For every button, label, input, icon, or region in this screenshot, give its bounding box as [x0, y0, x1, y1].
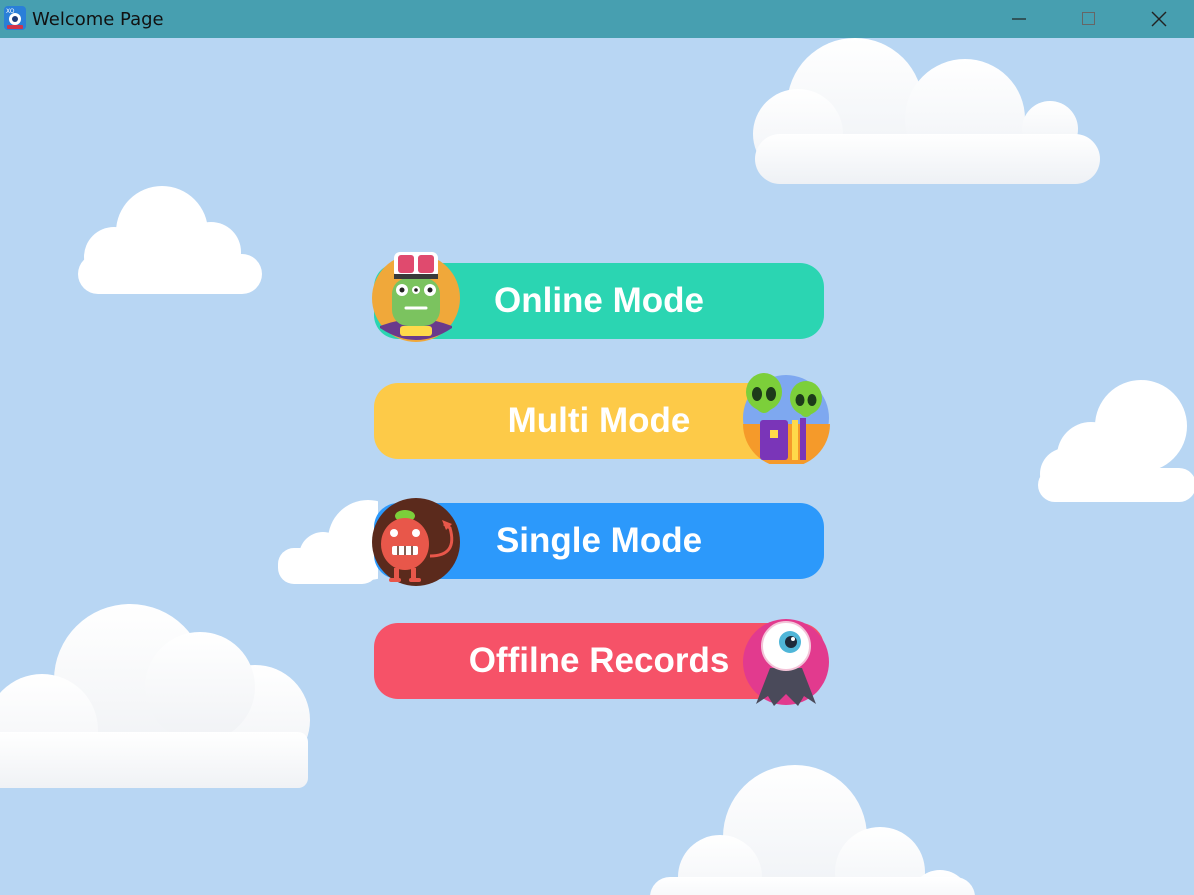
single-mode-label: Single Mode — [495, 521, 703, 560]
close-button[interactable] — [1124, 0, 1194, 38]
maximize-icon — [1082, 12, 1095, 25]
close-icon — [1151, 11, 1167, 27]
cloud-decoration — [78, 186, 262, 294]
window-title: Welcome Page — [32, 9, 164, 30]
online-mode-label: Online Mode — [494, 281, 704, 320]
minimize-icon — [1012, 18, 1026, 20]
offline-records-label: Offilne Records — [468, 641, 730, 680]
minimize-button[interactable] — [984, 0, 1054, 38]
cloud-decoration — [753, 38, 1100, 184]
cloud-decoration — [650, 765, 975, 895]
cloud-decoration — [0, 604, 310, 788]
zombie-avatar-icon — [372, 252, 460, 342]
cloud-decoration — [278, 500, 378, 584]
eyeball-monster-avatar-icon — [743, 619, 829, 706]
title-bar: XO Welcome Page — [0, 0, 1194, 38]
maximize-button[interactable] — [1054, 0, 1124, 38]
multi-mode-label: Multi Mode — [507, 401, 691, 440]
robot-avatar-icon — [372, 498, 460, 586]
app-icon: XO — [4, 6, 26, 30]
cloud-decoration — [1038, 380, 1194, 502]
aliens-avatar-icon — [743, 373, 830, 464]
svg-text:XO: XO — [6, 8, 15, 15]
welcome-content: Online Mode Multi Mode Single Mode Offil… — [0, 38, 1194, 895]
